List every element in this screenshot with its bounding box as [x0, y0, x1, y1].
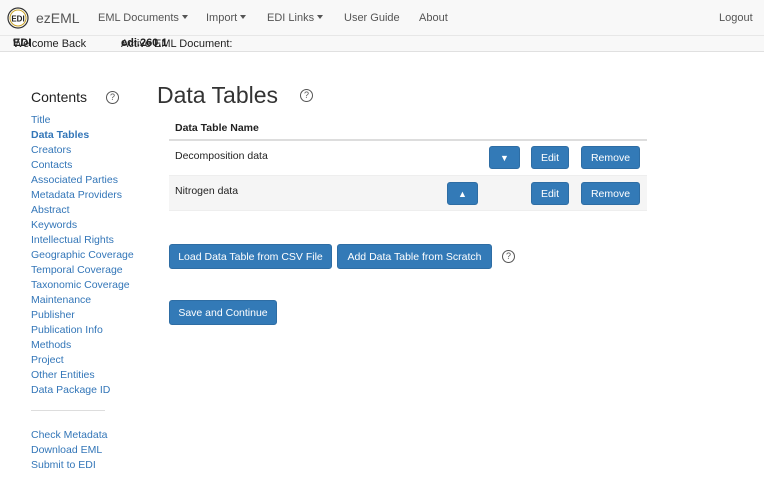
contents-item-taxonomic-coverage[interactable]: Taxonomic Coverage [31, 278, 134, 293]
menu-eml-documents[interactable]: EML Documents [98, 12, 188, 24]
contents-heading: Contents [31, 89, 88, 105]
contents-item-associated-parties[interactable]: Associated Parties [31, 173, 134, 188]
welcome-prefix: Welcome Back [13, 38, 87, 50]
menu-label: EDI Links [267, 12, 315, 24]
table-header: Data Table Name [169, 114, 647, 141]
load-csv-button[interactable]: Load Data Table from CSV File [169, 244, 332, 269]
move-up-button[interactable]: ▲ [447, 182, 478, 205]
contents-item-submit-to-edi[interactable]: Submit to EDI [31, 458, 107, 473]
contents-item-abstract[interactable]: Abstract [31, 203, 134, 218]
remove-button[interactable]: Remove [581, 146, 640, 169]
edit-button[interactable]: Edit [531, 182, 569, 205]
contents-item-geographic-coverage[interactable]: Geographic Coverage [31, 248, 134, 263]
table-row: Nitrogen data ▲ Edit Remove [169, 176, 647, 211]
active-document-text: Active EML Document: edi.260.1 [121, 37, 232, 50]
edit-button[interactable]: Edit [531, 146, 569, 169]
contents-divider [31, 410, 105, 411]
menu-label: EML Documents [98, 12, 179, 24]
menu-user-guide[interactable]: User Guide [344, 12, 400, 24]
data-table-name: Nitrogen data [175, 185, 239, 197]
add-from-scratch-button[interactable]: Add Data Table from Scratch [337, 244, 492, 269]
page-help-icon[interactable]: ? [300, 89, 313, 102]
contents-item-keywords[interactable]: Keywords [31, 218, 134, 233]
active-prefix: Active EML Document: [121, 38, 233, 50]
logout-link[interactable]: Logout [719, 12, 753, 24]
contents-footer-nav: Check Metadata Download EML Submit to EDI [31, 428, 107, 473]
caret-down-icon [181, 15, 188, 19]
svg-text:EDI: EDI [11, 15, 24, 24]
menu-label: Import [206, 12, 238, 24]
contents-item-methods[interactable]: Methods [31, 338, 134, 353]
edi-logo-icon[interactable]: EDI [7, 7, 29, 29]
welcome-text: Welcome Back EDI [13, 37, 86, 50]
move-down-button[interactable]: ▼ [489, 146, 520, 169]
remove-button[interactable]: Remove [581, 182, 640, 205]
add-table-help-icon[interactable]: ? [502, 250, 515, 263]
contents-item-temporal-coverage[interactable]: Temporal Coverage [31, 263, 134, 278]
save-and-continue-button[interactable]: Save and Continue [169, 300, 277, 325]
menu-import[interactable]: Import [206, 12, 247, 24]
table-row: Decomposition data ▼ Edit Remove [169, 141, 647, 176]
contents-item-other-entities[interactable]: Other Entities [31, 368, 134, 383]
brand-name[interactable]: ezEML [36, 10, 80, 26]
contents-help-icon[interactable]: ? [106, 91, 119, 104]
page-title: Data Tables [157, 82, 279, 108]
contents-item-data-package-id[interactable]: Data Package ID [31, 383, 134, 398]
top-navbar: EDI ezEML EML Documents Import EDI Links… [0, 0, 764, 36]
contents-item-title[interactable]: Title [31, 113, 134, 128]
contents-item-intellectual-rights[interactable]: Intellectual Rights [31, 233, 134, 248]
contents-item-data-tables[interactable]: Data Tables [31, 128, 134, 143]
contents-item-contacts[interactable]: Contacts [31, 158, 134, 173]
menu-edi-links[interactable]: EDI Links [267, 12, 324, 24]
caret-down-icon [240, 15, 247, 19]
contents-item-download-eml[interactable]: Download EML [31, 443, 107, 458]
contents-item-publication-info[interactable]: Publication Info [31, 323, 134, 338]
data-tables-table: Data Table Name Decomposition data ▼ Edi… [169, 114, 647, 211]
contents-item-maintenance[interactable]: Maintenance [31, 293, 134, 308]
contents-item-project[interactable]: Project [31, 353, 134, 368]
contents-item-creators[interactable]: Creators [31, 143, 134, 158]
contents-item-metadata-providers[interactable]: Metadata Providers [31, 188, 134, 203]
caret-down-icon [317, 15, 324, 19]
status-bar: Welcome Back EDI Active EML Document: ed… [0, 36, 764, 52]
data-table-name: Decomposition data [175, 150, 268, 162]
contents-item-publisher[interactable]: Publisher [31, 308, 134, 323]
menu-about[interactable]: About [419, 12, 448, 24]
contents-item-check-metadata[interactable]: Check Metadata [31, 428, 107, 443]
contents-nav: Title Data Tables Creators Contacts Associat… [31, 113, 134, 398]
